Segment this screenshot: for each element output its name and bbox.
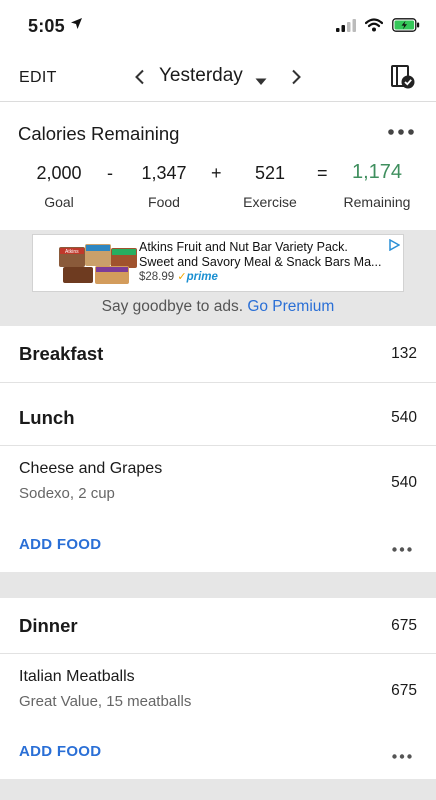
cellular-signal-icon xyxy=(336,18,356,37)
meal-header-lunch[interactable]: Lunch 540 xyxy=(0,390,436,446)
minus-operator: - xyxy=(107,163,113,183)
remaining-value: 1,174 xyxy=(351,161,403,183)
ad-banner-area: Atkins Atkins Fruit and Nut Bar Variety … xyxy=(0,230,436,326)
edit-button[interactable]: EDIT xyxy=(19,69,57,87)
diary-header: EDIT Yesterday xyxy=(0,52,436,102)
meal-calories: 132 xyxy=(391,345,417,362)
more-options-icon[interactable] xyxy=(388,122,414,140)
ad-upsell: Say goodbye to ads. Go Premium xyxy=(0,298,436,316)
meal-name: Breakfast xyxy=(19,343,104,364)
meal-name: Lunch xyxy=(19,407,75,428)
product-image-brand: Atkins xyxy=(65,249,79,255)
more-options-icon[interactable] xyxy=(392,746,412,764)
food-name: Cheese and Grapes xyxy=(19,460,163,477)
meal-calories: 675 xyxy=(391,617,417,634)
section-divider xyxy=(0,572,436,598)
go-premium-link[interactable]: Go Premium xyxy=(247,298,334,315)
food-label: Food xyxy=(148,194,180,210)
goal-label: Goal xyxy=(44,194,74,210)
meal-header-breakfast[interactable]: Breakfast 132 xyxy=(0,326,436,383)
upsell-text: Say goodbye to ads. xyxy=(101,298,243,315)
ad-choices-icon[interactable] xyxy=(388,238,401,256)
plus-operator: + xyxy=(211,163,222,183)
more-options-icon[interactable] xyxy=(392,539,412,557)
prime-check-icon: ✓ xyxy=(177,271,187,283)
ad-banner[interactable]: Atkins Atkins Fruit and Nut Bar Variety … xyxy=(32,234,404,292)
meal-calories: 540 xyxy=(391,409,417,426)
ad-price: $28.99 xyxy=(139,271,175,283)
calories-remaining-card[interactable]: Calories Remaining 2,000 - 1,347 + 521 =… xyxy=(0,103,436,230)
date-selector[interactable]: Yesterday xyxy=(159,65,243,87)
meal-header-dinner[interactable]: Dinner 675 xyxy=(0,598,436,654)
food-detail: Sodexo, 2 cup xyxy=(19,485,115,502)
remaining-label: Remaining xyxy=(343,194,411,210)
meal-name: Dinner xyxy=(19,615,78,636)
chevron-left-icon[interactable] xyxy=(130,66,148,88)
status-bar: 5:05 xyxy=(0,0,436,52)
equals-operator: = xyxy=(317,163,328,183)
food-detail: Great Value, 15 meatballs xyxy=(19,693,192,710)
diary-complete-icon[interactable] xyxy=(390,64,416,95)
ad-title-line2: Sweet and Savory Meal & Snack Bars Ma... xyxy=(139,255,382,269)
add-food-button[interactable]: ADD FOOD xyxy=(19,536,101,553)
section-divider xyxy=(0,779,436,800)
battery-charging-icon xyxy=(392,18,420,37)
food-entry[interactable]: Italian Meatballs Great Value, 15 meatba… xyxy=(0,655,436,725)
ad-price-row: $28.99 ✓prime xyxy=(139,270,218,283)
food-entry[interactable]: Cheese and Grapes Sodexo, 2 cup 540 xyxy=(0,447,436,517)
status-indicators xyxy=(336,18,420,37)
add-food-button[interactable]: ADD FOOD xyxy=(19,743,101,760)
food-calories: 675 xyxy=(391,682,417,699)
add-food-row-lunch: ADD FOOD xyxy=(0,518,436,572)
food-name: Italian Meatballs xyxy=(19,668,135,685)
exercise-label: Exercise xyxy=(243,194,297,210)
food-value: 1,347 xyxy=(141,163,187,183)
location-arrow-icon xyxy=(70,17,83,35)
ad-title-line1: Atkins Fruit and Nut Bar Variety Pack. xyxy=(139,240,348,254)
exercise-value: 521 xyxy=(254,163,286,183)
ad-title[interactable]: Atkins Fruit and Nut Bar Variety Pack. S… xyxy=(139,240,401,270)
goal-value: 2,000 xyxy=(36,163,82,183)
prime-badge: prime xyxy=(186,271,218,283)
wifi-icon xyxy=(364,18,384,37)
caret-down-icon[interactable] xyxy=(255,73,267,91)
calories-remaining-title: Calories Remaining xyxy=(18,123,180,144)
chevron-right-icon[interactable] xyxy=(287,66,305,88)
food-calories: 540 xyxy=(391,474,417,491)
add-food-row-dinner: ADD FOOD xyxy=(0,725,436,779)
status-time: 5:05 xyxy=(28,16,65,36)
